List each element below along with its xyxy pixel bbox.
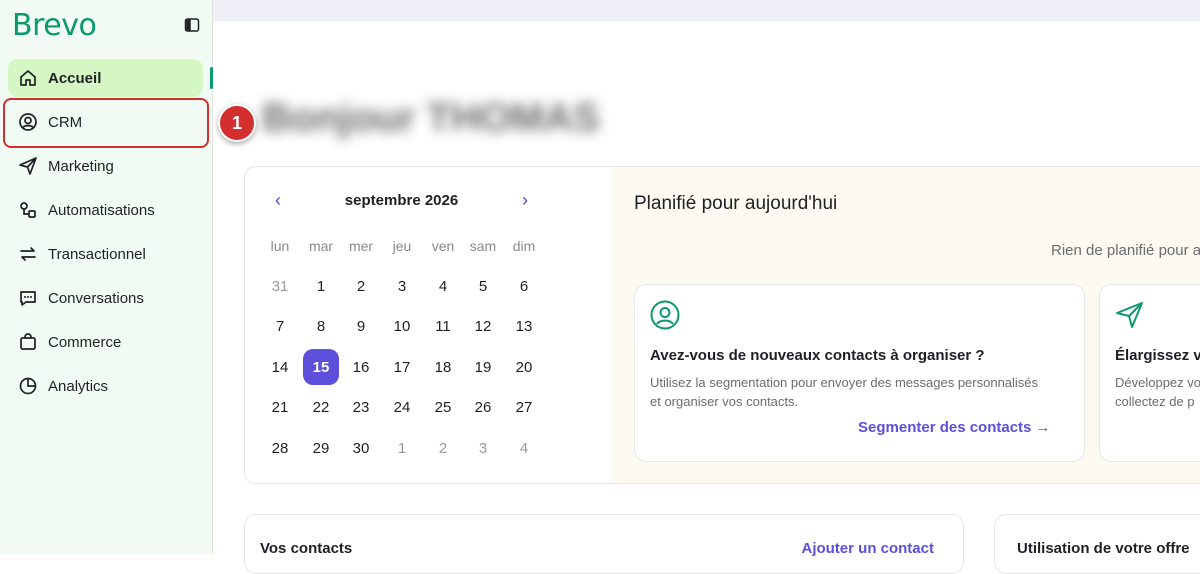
- sidebar: Brevo Accueil CRM Marketing Automatisati…: [0, 0, 213, 554]
- shopping-bag-icon: [18, 332, 38, 352]
- sidebar-item-label: Marketing: [48, 157, 114, 175]
- calendar-day[interactable]: 2: [425, 430, 461, 466]
- sidebar-item-accueil[interactable]: Accueil: [0, 56, 213, 100]
- calendar-day[interactable]: 24: [384, 390, 420, 426]
- contacts-card: Vos contacts Ajouter un contact: [244, 514, 964, 574]
- plan-usage-card: Utilisation de votre offre: [994, 514, 1200, 574]
- calendar-day[interactable]: 7: [262, 309, 298, 345]
- sidebar-collapse-icon[interactable]: [184, 17, 200, 33]
- suggestion-desc-line: Utilisez la segmentation pour envoyer de…: [650, 375, 1039, 390]
- greeting-blurred: Bonjour THOMAS: [262, 96, 600, 140]
- calendar-day[interactable]: 9: [343, 309, 379, 345]
- calendar-month-title: septembre 2026: [344, 192, 459, 209]
- sidebar-item-commerce[interactable]: Commerce: [0, 320, 213, 364]
- weekday-label: ven: [431, 238, 455, 254]
- calendar-day[interactable]: 31: [262, 268, 298, 304]
- suggestion-card[interactable]: Élargissez v Développez vo collectez de …: [1099, 284, 1200, 462]
- suggestion-desc-line: et organiser vos contacts.: [650, 394, 799, 409]
- sidebar-item-label: Accueil: [48, 69, 102, 87]
- weekday-label: sam: [469, 238, 497, 254]
- calendar-day[interactable]: 14: [262, 349, 298, 385]
- weekday-label: mer: [348, 238, 374, 254]
- suggestion-card[interactable]: Avez-vous de nouveaux contacts à organis…: [634, 284, 1085, 462]
- sidebar-item-analytics[interactable]: Analytics: [0, 364, 213, 408]
- calendar-day[interactable]: 22: [303, 390, 339, 426]
- calendar-day[interactable]: 10: [384, 309, 420, 345]
- weekday-label: lun: [270, 238, 290, 254]
- sidebar-item-label: Conversations: [48, 289, 144, 307]
- plan-usage-title: Utilisation de votre offre: [1017, 540, 1190, 557]
- suggestion-description: Utilisez la segmentation pour envoyer de…: [650, 373, 1070, 411]
- chat-icon: [18, 288, 38, 308]
- sidebar-item-label: Transactionnel: [48, 245, 146, 263]
- crm-highlight-annotation: [3, 98, 209, 148]
- planning-card: Planifié pour aujourd'hui Rien de planif…: [611, 166, 1200, 484]
- weekday-label: jeu: [392, 238, 412, 254]
- calendar-day[interactable]: 2: [343, 268, 379, 304]
- sidebar-item-label: Analytics: [48, 377, 109, 395]
- brevo-logo[interactable]: Brevo: [12, 8, 97, 43]
- segment-contacts-link[interactable]: Segmenter des contacts →: [858, 419, 1051, 436]
- planning-title: Planifié pour aujourd'hui: [634, 193, 838, 214]
- suggestion-desc-line: Développez vo: [1115, 375, 1200, 390]
- sidebar-item-automatisations[interactable]: Automatisations: [0, 188, 213, 232]
- calendar-day[interactable]: 3: [465, 430, 501, 466]
- step-badge: 1: [218, 104, 256, 142]
- suggestion-title: Avez-vous de nouveaux contacts à organis…: [650, 347, 985, 364]
- planning-empty-text: Rien de planifié pour a: [1051, 242, 1200, 259]
- automation-icon: [18, 200, 38, 220]
- calendar-day[interactable]: 13: [506, 309, 542, 345]
- arrows-swap-icon: [18, 244, 38, 264]
- sidebar-item-conversations[interactable]: Conversations: [0, 276, 213, 320]
- calendar-day[interactable]: 18: [425, 349, 461, 385]
- weekday-label: mar: [308, 238, 334, 254]
- send-icon: [18, 156, 38, 176]
- active-indicator: [210, 67, 213, 89]
- calendar-day[interactable]: 19: [465, 349, 501, 385]
- suggestion-desc-line: collectez de p: [1115, 394, 1195, 409]
- calendar-day[interactable]: 6: [506, 268, 542, 304]
- calendar-day[interactable]: 23: [343, 390, 379, 426]
- calendar-day[interactable]: 26: [465, 390, 501, 426]
- calendar-day[interactable]: 5: [465, 268, 501, 304]
- send-icon: [1114, 299, 1146, 331]
- calendar-day[interactable]: 4: [506, 430, 542, 466]
- calendar-day[interactable]: 30: [343, 430, 379, 466]
- calendar-card: ‹ septembre 2026 › lun mar mer jeu ven sam dim…: [244, 166, 612, 484]
- calendar-day[interactable]: 8: [303, 309, 339, 345]
- user-circle-icon: [649, 299, 681, 331]
- sidebar-item-transactionnel[interactable]: Transactionnel: [0, 232, 213, 276]
- calendar-day[interactable]: 17: [384, 349, 420, 385]
- calendar-day[interactable]: 11: [425, 309, 461, 345]
- calendar-day-selected[interactable]: 15: [303, 349, 339, 386]
- contacts-card-title: Vos contacts: [260, 540, 353, 557]
- suggestion-description: Développez vo collectez de p: [1115, 373, 1200, 411]
- chevron-right-icon[interactable]: ›: [516, 191, 534, 209]
- calendar-day[interactable]: 1: [384, 430, 420, 466]
- calendar-header: ‹ septembre 2026 ›: [245, 191, 611, 211]
- calendar-day[interactable]: 29: [303, 430, 339, 466]
- calendar-day[interactable]: 4: [425, 268, 461, 304]
- home-icon: [18, 68, 38, 88]
- calendar-day[interactable]: 3: [384, 268, 420, 304]
- sidebar-item-marketing[interactable]: Marketing: [0, 144, 213, 188]
- pie-chart-icon: [18, 376, 38, 396]
- calendar-day[interactable]: 1: [303, 268, 339, 304]
- calendar-day[interactable]: 12: [465, 309, 501, 345]
- calendar-day[interactable]: 16: [343, 349, 379, 385]
- sidebar-item-label: Commerce: [48, 333, 122, 351]
- add-contact-link[interactable]: Ajouter un contact: [801, 540, 934, 557]
- weekday-label: dim: [512, 238, 536, 254]
- top-bar: [213, 0, 1200, 21]
- calendar-day[interactable]: 28: [262, 430, 298, 466]
- sidebar-item-label: Automatisations: [48, 201, 155, 219]
- suggestion-title: Élargissez v: [1115, 347, 1200, 364]
- calendar-day[interactable]: 27: [506, 390, 542, 426]
- calendar-day[interactable]: 25: [425, 390, 461, 426]
- calendar-day[interactable]: 21: [262, 390, 298, 426]
- calendar-day[interactable]: 20: [506, 349, 542, 385]
